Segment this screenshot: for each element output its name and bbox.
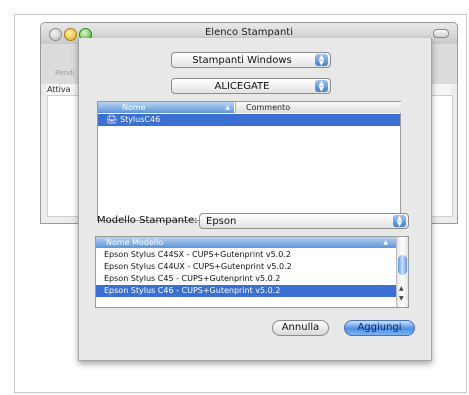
model-name: Epson Stylus C44UX - CUPS+Gutenprint v5.… xyxy=(104,262,292,271)
printer-icon: 🖨 xyxy=(106,115,118,125)
column-header-attiva[interactable]: Attiva xyxy=(47,85,70,94)
table-row[interactable]: 🖨 StylusC46 xyxy=(98,114,400,126)
workgroup-value: ALICEGATE xyxy=(214,81,270,92)
popup-arrows-icon: ▲ ▼ xyxy=(315,54,328,67)
add-button[interactable]: Aggiungi xyxy=(344,320,415,336)
table-row[interactable]: Epson Stylus C44SX - CUPS+Gutenprint v5.… xyxy=(96,249,396,261)
column-header-commento[interactable]: Commento xyxy=(235,102,401,113)
scrollbar-thumb[interactable] xyxy=(398,255,407,275)
model-label: Modello Stampante: xyxy=(97,215,198,226)
printer-name: StylusC46 xyxy=(119,115,161,124)
toolbar-toggle-button[interactable] xyxy=(433,29,449,38)
window-title: Elenco Stampanti xyxy=(204,27,294,38)
model-name: Epson Stylus C45 - CUPS+Gutenprint v5.0.… xyxy=(104,274,281,283)
add-printer-sheet: Stampanti Windows ▲ ▼ ALICEGATE ▲ ▼ Nome ▲… xyxy=(78,38,432,361)
printer-models-table: Nome Modello ▲ Epson Stylus C44SX - CUPS… xyxy=(95,236,409,308)
column-header-nome-modello[interactable]: Nome Modello ▲ xyxy=(96,237,396,248)
workgroup-popup[interactable]: ALICEGATE ▲ ▼ xyxy=(171,78,331,94)
models-scrollbar[interactable]: ▲ ▼ xyxy=(396,237,408,307)
toolbar-label-default: Rendi xyxy=(55,69,75,77)
column-header-commento-label: Commento xyxy=(246,103,291,112)
column-header-nome-modello-label: Nome Modello xyxy=(106,238,164,247)
model-name: Epson Stylus C46 - CUPS+Gutenprint v5.0.… xyxy=(104,286,281,295)
popup-arrows-icon: ▲ ▼ xyxy=(393,215,406,228)
connection-type-value: Stampanti Windows xyxy=(192,55,292,66)
popup-arrows-icon: ▲ ▼ xyxy=(315,80,328,93)
model-popup[interactable]: Epson ▲ ▼ xyxy=(199,213,409,229)
sort-ascending-icon: ▲ xyxy=(383,239,388,246)
table-row[interactable]: Epson Stylus C44UX - CUPS+Gutenprint v5.… xyxy=(96,261,396,273)
model-name: Epson Stylus C44SX - CUPS+Gutenprint v5.… xyxy=(104,250,291,259)
scroll-up-icon[interactable]: ▲ xyxy=(399,285,404,292)
column-header-nome[interactable]: Nome ▲ xyxy=(98,102,234,113)
sort-ascending-icon: ▲ xyxy=(225,104,230,111)
model-value: Epson xyxy=(206,216,237,227)
scroll-down-icon[interactable]: ▼ xyxy=(399,295,404,302)
shared-printers-table: Nome ▲ Commento 🖨 StylusC46 xyxy=(97,101,401,221)
cancel-button[interactable]: Annulla xyxy=(272,320,329,336)
connection-type-popup[interactable]: Stampanti Windows ▲ ▼ xyxy=(171,52,331,68)
column-header-nome-label: Nome xyxy=(122,103,146,112)
table-row[interactable]: Epson Stylus C45 - CUPS+Gutenprint v5.0.… xyxy=(96,273,396,285)
table-row[interactable]: Epson Stylus C46 - CUPS+Gutenprint v5.0.… xyxy=(96,285,396,297)
